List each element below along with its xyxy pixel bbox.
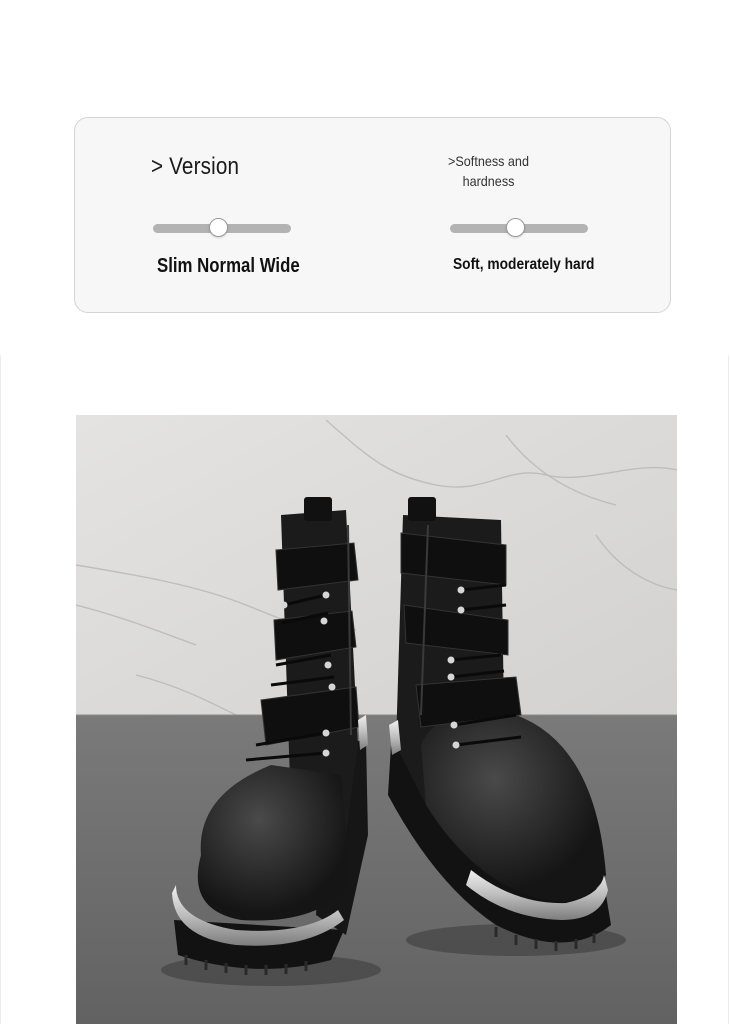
left-edge-line [0,355,1,1024]
softness-value-label: Soft, moderately hard [453,256,595,273]
version-value-label: Slim Normal Wide [157,255,300,277]
version-title: > Version [151,153,240,180]
version-slider-thumb [209,218,229,237]
softness-title: >Softness and hardness [448,153,529,189]
right-edge-line [728,355,729,1024]
softness-slider [450,218,588,238]
spec-card: > Version Slim Normal Wide >Softness and… [74,117,671,313]
boots-illustration [76,415,677,1024]
product-photo [76,415,677,1024]
softness-slider-thumb [506,218,526,237]
version-slider [153,218,291,238]
